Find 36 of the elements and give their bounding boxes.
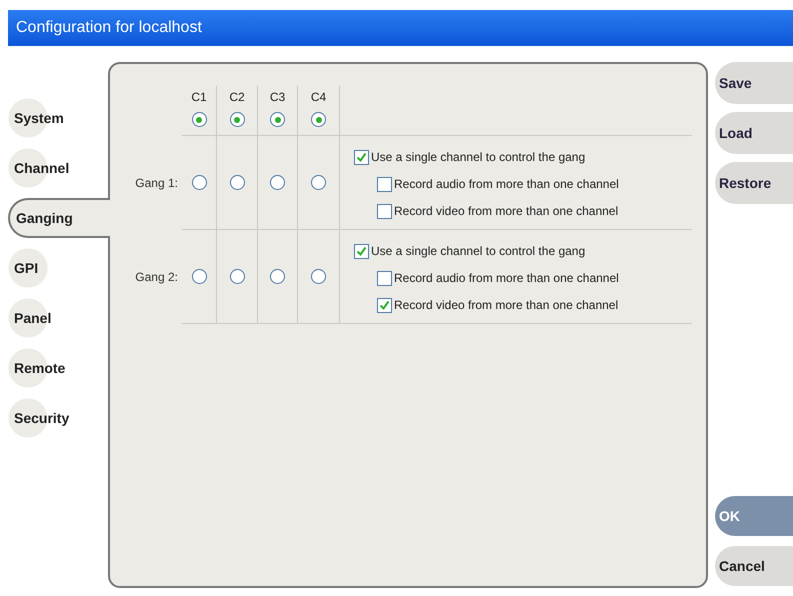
- radio-button[interactable]: [192, 112, 206, 127]
- radio-button[interactable]: [230, 175, 244, 190]
- checkbox-label: Record audio from more than one channel: [394, 176, 619, 193]
- checkbox-label: Use a single channel to control the gang: [371, 243, 586, 260]
- checkbox-label: Record audio from more than one channel: [394, 270, 619, 287]
- checkbox-label: Record video from more than one channel: [394, 203, 618, 220]
- checkbox[interactable]: [377, 176, 392, 192]
- dialog-button[interactable]: Cancel: [715, 546, 793, 586]
- gang-label: Gang 2:: [135, 269, 178, 286]
- radio-button[interactable]: [230, 269, 244, 284]
- radio-button[interactable]: [311, 269, 326, 284]
- window-title: Configuration for localhost: [16, 18, 202, 38]
- radio-button[interactable]: [192, 175, 206, 190]
- channel-label: C3: [270, 89, 286, 106]
- action-button[interactable]: Save: [715, 62, 793, 104]
- sidebar-tab[interactable]: Ganging: [8, 198, 110, 238]
- channel-label: C2: [229, 89, 245, 106]
- checkbox[interactable]: [377, 204, 392, 218]
- gang-label: Gang 1:: [135, 175, 178, 192]
- radio-button[interactable]: [270, 112, 285, 127]
- radio-button[interactable]: [230, 112, 244, 127]
- checkbox[interactable]: [377, 270, 392, 286]
- action-button[interactable]: Load: [715, 112, 793, 154]
- radio-button[interactable]: [270, 269, 285, 284]
- radio-button[interactable]: [192, 269, 206, 284]
- radio-button[interactable]: [311, 112, 326, 127]
- action-button[interactable]: Restore: [715, 162, 793, 204]
- channel-label: C4: [310, 89, 326, 106]
- checkbox-label: Use a single channel to control the gang: [371, 149, 586, 166]
- checkbox[interactable]: [377, 298, 392, 312]
- channel-label: C1: [191, 89, 207, 106]
- checkbox[interactable]: [354, 150, 369, 164]
- radio-button[interactable]: [270, 175, 285, 190]
- radio-button[interactable]: [311, 175, 326, 190]
- checkbox-label: Record video from more than one channel: [394, 297, 618, 314]
- checkbox[interactable]: [354, 244, 369, 258]
